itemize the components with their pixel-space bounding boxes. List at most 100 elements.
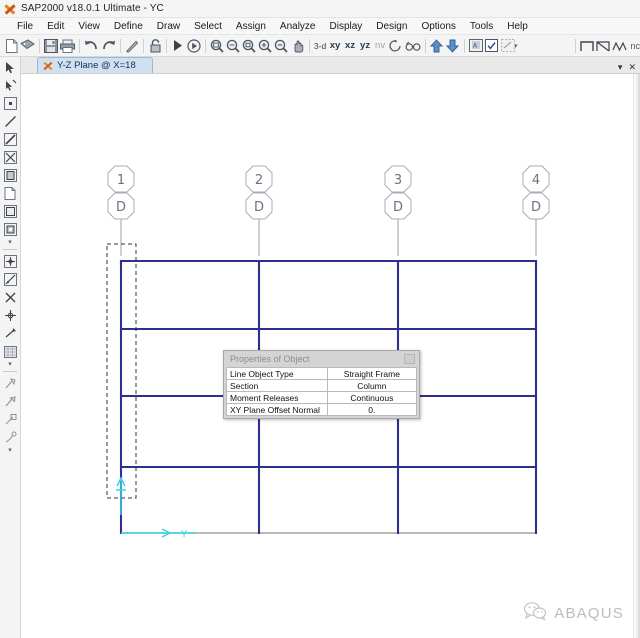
wechat-logo <box>523 601 547 626</box>
menu-analyze[interactable]: Analyze <box>273 20 323 33</box>
quick-draw-frame-icon[interactable] <box>2 131 19 148</box>
menu-draw[interactable]: Draw <box>150 20 187 33</box>
deselect-all-icon[interactable] <box>2 289 19 306</box>
lock-model-icon[interactable] <box>148 37 162 54</box>
pan-icon[interactable] <box>291 37 305 54</box>
draw-frame-cable-icon[interactable] <box>2 113 19 130</box>
workspace: Y-Z Plane @ X=18 ▾ ✕ 1 D 2 D 3 D 4 D Y P… <box>21 57 640 638</box>
view-tab-strip: Y-Z Plane @ X=18 ▾ ✕ <box>21 57 640 74</box>
table-row[interactable]: XY Plane Offset Normal 0. <box>226 403 418 416</box>
draw-poly-area-icon[interactable] <box>2 167 19 184</box>
property-value[interactable]: Column <box>326 379 418 392</box>
save-icon[interactable] <box>44 37 59 54</box>
vertical-scrollbar[interactable] <box>633 74 640 638</box>
tab-close-button[interactable]: ✕ <box>628 62 636 72</box>
grid-bubble-label-3-primary: 3 <box>394 173 402 188</box>
quick-draw-area-icon[interactable] <box>2 203 19 220</box>
window-title: SAP2000 v18.0.1 Ultimate - YC <box>21 3 164 14</box>
tab-dropdown-button[interactable]: ▾ <box>618 62 623 72</box>
properties-dialog-close-button[interactable] <box>404 354 415 364</box>
rotate-3d-view-icon[interactable] <box>389 37 403 54</box>
draw-secondary-icon[interactable] <box>612 37 628 54</box>
perspective-toggle-icon[interactable] <box>405 37 421 54</box>
select-more-options-icon[interactable]: ▾ <box>8 361 12 368</box>
menu-tools[interactable]: Tools <box>463 20 500 33</box>
select-by-intersect-icon[interactable] <box>2 307 19 324</box>
grid-bubble-label-1-primary: 1 <box>117 173 125 188</box>
redo-icon[interactable] <box>101 37 116 54</box>
view-xy-button[interactable]: xy <box>328 40 343 51</box>
menu-file[interactable]: File <box>10 20 40 33</box>
run-analysis-options-icon[interactable] <box>187 37 201 54</box>
grid-bubble-label-2-primary: 2 <box>255 173 263 188</box>
move-down-in-list-icon[interactable] <box>446 37 460 54</box>
select-all-grid-icon[interactable] <box>2 343 19 360</box>
select-pointer-icon[interactable] <box>2 59 19 76</box>
select-object-icon[interactable] <box>2 253 19 270</box>
zoom-rubber-band-icon[interactable] <box>210 37 224 54</box>
get-previous-selection-icon[interactable] <box>2 325 19 342</box>
model-drawing: 1 D 2 D 3 D 4 D Y <box>106 165 550 540</box>
draw-joint-icon[interactable] <box>2 95 19 112</box>
quick-draw-brace-icon[interactable] <box>2 149 19 166</box>
properties-of-object-dialog[interactable]: Properties of Object Line Object Type St… <box>223 350 420 419</box>
table-row[interactable]: Section Column <box>226 379 418 392</box>
menu-bar: File Edit View Define Draw Select Assign… <box>0 18 640 35</box>
assign-options-icon[interactable] <box>500 37 515 54</box>
select-using-line-icon[interactable] <box>2 271 19 288</box>
print-icon[interactable] <box>60 37 76 54</box>
draw-section-cut-icon[interactable] <box>2 221 19 238</box>
view-tab-controls: ▾ ✕ <box>618 62 636 72</box>
view-tab-label: Y-Z Plane @ X=18 <box>57 60 136 71</box>
menu-help[interactable]: Help <box>500 20 535 33</box>
select-all-icon[interactable] <box>485 37 499 54</box>
view-nv-button[interactable]: nv <box>373 40 388 51</box>
menu-edit[interactable]: Edit <box>40 20 71 33</box>
grid-bubbles <box>107 165 550 220</box>
view-yz-button[interactable]: yz <box>358 40 373 51</box>
draw-more-options-icon[interactable]: ▾ <box>8 239 12 246</box>
menu-select[interactable]: Select <box>187 20 229 33</box>
refresh-window-icon[interactable] <box>125 37 139 54</box>
property-value[interactable]: 0. <box>326 403 418 416</box>
draw-brace-icon[interactable] <box>596 37 611 54</box>
assign-more-options-icon[interactable]: ▾ <box>8 447 12 454</box>
toolbar-separator <box>39 38 41 53</box>
zoom-previous-icon[interactable] <box>226 37 240 54</box>
view-tab-yz-plane[interactable]: Y-Z Plane @ X=18 <box>37 57 153 73</box>
property-key: XY Plane Offset Normal <box>226 403 328 416</box>
menu-options[interactable]: Options <box>414 20 462 33</box>
table-row[interactable]: Moment Releases Continuous <box>226 391 418 404</box>
property-value[interactable]: Straight Frame <box>326 367 418 380</box>
zoom-in-icon[interactable] <box>258 37 273 54</box>
grid-bubble-label-2-secondary: D <box>254 200 264 215</box>
draw-rect-area-icon[interactable] <box>2 185 19 202</box>
zoom-out-icon[interactable] <box>274 37 289 54</box>
open-model-icon[interactable] <box>20 37 35 54</box>
undo-icon[interactable] <box>84 37 99 54</box>
run-analysis-icon[interactable] <box>171 37 185 54</box>
menu-view[interactable]: View <box>71 20 107 33</box>
draw-frame-icon[interactable] <box>580 37 595 54</box>
zoom-full-icon[interactable] <box>242 37 257 54</box>
assign-misc-icon[interactable] <box>2 429 19 446</box>
menu-define[interactable]: Define <box>107 20 150 33</box>
move-up-in-list-icon[interactable] <box>430 37 444 54</box>
set-display-options-icon[interactable]: A <box>468 37 483 54</box>
property-value[interactable]: Continuous <box>326 391 418 404</box>
menu-display[interactable]: Display <box>323 20 370 33</box>
new-model-icon[interactable] <box>4 37 18 54</box>
menu-design[interactable]: Design <box>369 20 414 33</box>
left-toolbar: ▾ ▾ ▾ <box>0 57 21 638</box>
properties-dialog-title: Properties of Object <box>230 354 310 364</box>
model-canvas[interactable]: 1 D 2 D 3 D 4 D Y Properties of Object L… <box>21 74 640 638</box>
assign-joint-restraint-icon[interactable] <box>2 375 19 392</box>
properties-dialog-titlebar[interactable]: Properties of Object <box>226 353 417 367</box>
reshape-object-icon[interactable] <box>2 77 19 94</box>
assign-area-load-icon[interactable] <box>2 411 19 428</box>
menu-assign[interactable]: Assign <box>229 20 273 33</box>
view-xz-button[interactable]: xz <box>343 40 358 51</box>
table-row[interactable]: Line Object Type Straight Frame <box>226 367 418 380</box>
view-3d-button[interactable]: 3-d <box>313 41 328 51</box>
assign-frame-load-icon[interactable] <box>2 393 19 410</box>
